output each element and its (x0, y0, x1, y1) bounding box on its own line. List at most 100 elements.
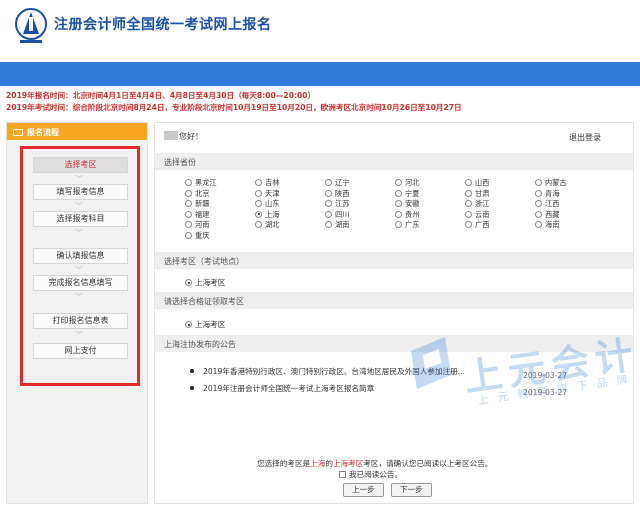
greeting: 您好！ (164, 131, 203, 142)
step-select-subjects[interactable]: 选择报考科目 (33, 211, 128, 227)
main-panel: 您好！ 退出登录 选择省份 黑龙江 吉林 辽宁 河北 山西 内蒙古北京 天津 陕西 宁夏 甘肃 青海… (154, 122, 640, 504)
radio-icon (185, 189, 192, 197)
province-label: 北京 (195, 188, 210, 198)
province-label: 陕西 (335, 188, 350, 198)
province-label: 山东 (265, 199, 280, 209)
logout-link[interactable]: 退出登录 (569, 132, 601, 143)
announcement-title: 2019年香港特别行政区、澳门特别行政区、台湾地区居民及外国人参加注册... (203, 367, 465, 376)
province-section-header: 选择省份 (155, 153, 633, 170)
announce-section-header: 上海注协发布的公告 (155, 335, 633, 352)
province-label: 新疆 (195, 199, 210, 209)
nav-bar (0, 62, 640, 86)
province-option[interactable]: 湖北 (255, 220, 325, 231)
province-option[interactable]: 西藏 (535, 210, 605, 221)
radio-icon (185, 179, 192, 186)
radio-icon (465, 179, 472, 186)
exam-time-notice: 2019年考试时间：综合阶段北京时间8月24日，专业阶段北京时间10月19日至1… (6, 103, 462, 112)
province-label: 海南 (545, 220, 560, 230)
step-complete-info[interactable]: 完成报名信息填写 (33, 275, 128, 291)
province-option[interactable]: 重庆 (185, 231, 255, 242)
radio-icon (395, 221, 402, 229)
step-select-area[interactable]: 选择考区 (33, 157, 128, 173)
confirm-message: 您选择的考区是上海的上海考区考区，请确认您已阅读以上考区公告。 (257, 458, 492, 469)
bullet-icon (190, 386, 194, 390)
announcement-title: 2019年注册会计师全国统一考试上海考区报名简章 (203, 384, 375, 393)
province-option[interactable]: 山东 (255, 199, 325, 210)
radio-icon (325, 210, 332, 218)
province-option[interactable]: 河南 (185, 220, 255, 231)
province-option[interactable]: 湖南 (325, 220, 395, 231)
agree-label: 我已阅读公告。 (349, 470, 403, 479)
province-option[interactable]: 上海 (255, 210, 325, 221)
province-label: 广东 (405, 220, 420, 230)
province-option[interactable]: 北京 (185, 189, 255, 200)
province-option[interactable]: 广东 (395, 220, 465, 231)
radio-icon (185, 200, 192, 208)
province-option[interactable]: 宁夏 (395, 189, 465, 200)
prev-step-button[interactable]: 上一步 (343, 483, 384, 497)
province-option[interactable]: 青海 (535, 189, 605, 200)
cert-option-label: 上海考区 (195, 320, 226, 329)
province-option[interactable]: 甘肃 (465, 189, 535, 200)
steps-highlight-frame: 选择考区 ﹀ 填写报考信息 ﹀ 选择报考科目 ﹀ 确认填报信息 ﹀ 完成报名信息… (20, 146, 140, 386)
announcement-date: 2019-03-27 (523, 388, 568, 397)
greeting-text: 您好！ (179, 132, 203, 141)
province-option[interactable]: 江西 (535, 199, 605, 210)
province-option[interactable]: 吉林 (255, 178, 325, 189)
province-option[interactable]: 广西 (465, 220, 535, 231)
province-label: 吉林 (265, 178, 280, 187)
radio-icon (535, 179, 542, 186)
province-label: 湖北 (265, 220, 280, 230)
confirm-area: 上海考区 (332, 459, 364, 468)
province-option[interactable]: 四川 (325, 210, 395, 221)
province-option[interactable]: 浙江 (465, 199, 535, 210)
province-label: 河南 (195, 220, 210, 230)
step-print-form[interactable]: 打印报名信息表 (33, 313, 128, 329)
radio-icon (395, 200, 402, 208)
confirm-text: 您选择的考区是 (257, 459, 311, 468)
cert-area-option[interactable]: 上海考区 (185, 319, 225, 330)
province-option[interactable]: 江苏 (325, 199, 395, 210)
sidebar-title: 报名流程 (27, 128, 59, 137)
province-option[interactable]: 新疆 (185, 199, 255, 210)
province-label: 甘肃 (475, 188, 490, 198)
step-confirm-info[interactable]: 确认填报信息 (33, 248, 128, 264)
province-option[interactable]: 辽宁 (325, 178, 395, 189)
cicpa-logo (15, 8, 47, 43)
province-label: 上海 (265, 209, 280, 219)
radio-icon (465, 189, 472, 197)
radio-icon (325, 189, 332, 197)
province-label: 宁夏 (405, 188, 420, 198)
province-label: 重庆 (195, 230, 210, 240)
chevron-down-icon: ﹀ (75, 331, 83, 339)
step-online-payment[interactable]: 网上支付 (33, 343, 128, 359)
province-option[interactable]: 内蒙古 (535, 178, 605, 189)
province-option[interactable]: 黑龙江 (185, 178, 255, 189)
province-option[interactable]: 福建 (185, 210, 255, 221)
site-title: 注册会计师全国统一考试网上报名 (54, 17, 272, 33)
province-label: 江苏 (335, 199, 350, 209)
step-fill-info[interactable]: 填写报考信息 (33, 184, 128, 200)
radio-icon (535, 200, 542, 208)
province-option[interactable]: 安徽 (395, 199, 465, 210)
chevron-down-icon: ﹀ (75, 229, 83, 237)
announcement-link[interactable]: 2019年香港特别行政区、澳门特别行政区、台湾地区居民及外国人参加注册... (190, 366, 465, 377)
watermark: 上元会计 上元教育旗下品牌 (405, 313, 640, 409)
radio-icon (465, 200, 472, 208)
agree-checkbox[interactable]: 我已阅读公告。 (339, 469, 402, 480)
province-option[interactable]: 陕西 (325, 189, 395, 200)
province-option[interactable]: 河北 (395, 178, 465, 189)
province-option[interactable]: 天津 (255, 189, 325, 200)
radio-icon (255, 189, 262, 197)
province-option[interactable]: 云南 (465, 210, 535, 221)
province-option[interactable]: 山西 (465, 178, 535, 189)
next-step-button[interactable]: 下一步 (391, 483, 432, 497)
monitor-icon (13, 129, 23, 136)
province-label: 黑龙江 (195, 178, 217, 187)
province-option[interactable]: 贵州 (395, 210, 465, 221)
announcement-link[interactable]: 2019年注册会计师全国统一考试上海考区报名简章 (190, 383, 374, 394)
province-option[interactable]: 海南 (535, 220, 605, 231)
province-label: 贵州 (405, 209, 420, 219)
area-option[interactable]: 上海考区 (185, 277, 225, 288)
province-label: 广西 (475, 220, 490, 230)
